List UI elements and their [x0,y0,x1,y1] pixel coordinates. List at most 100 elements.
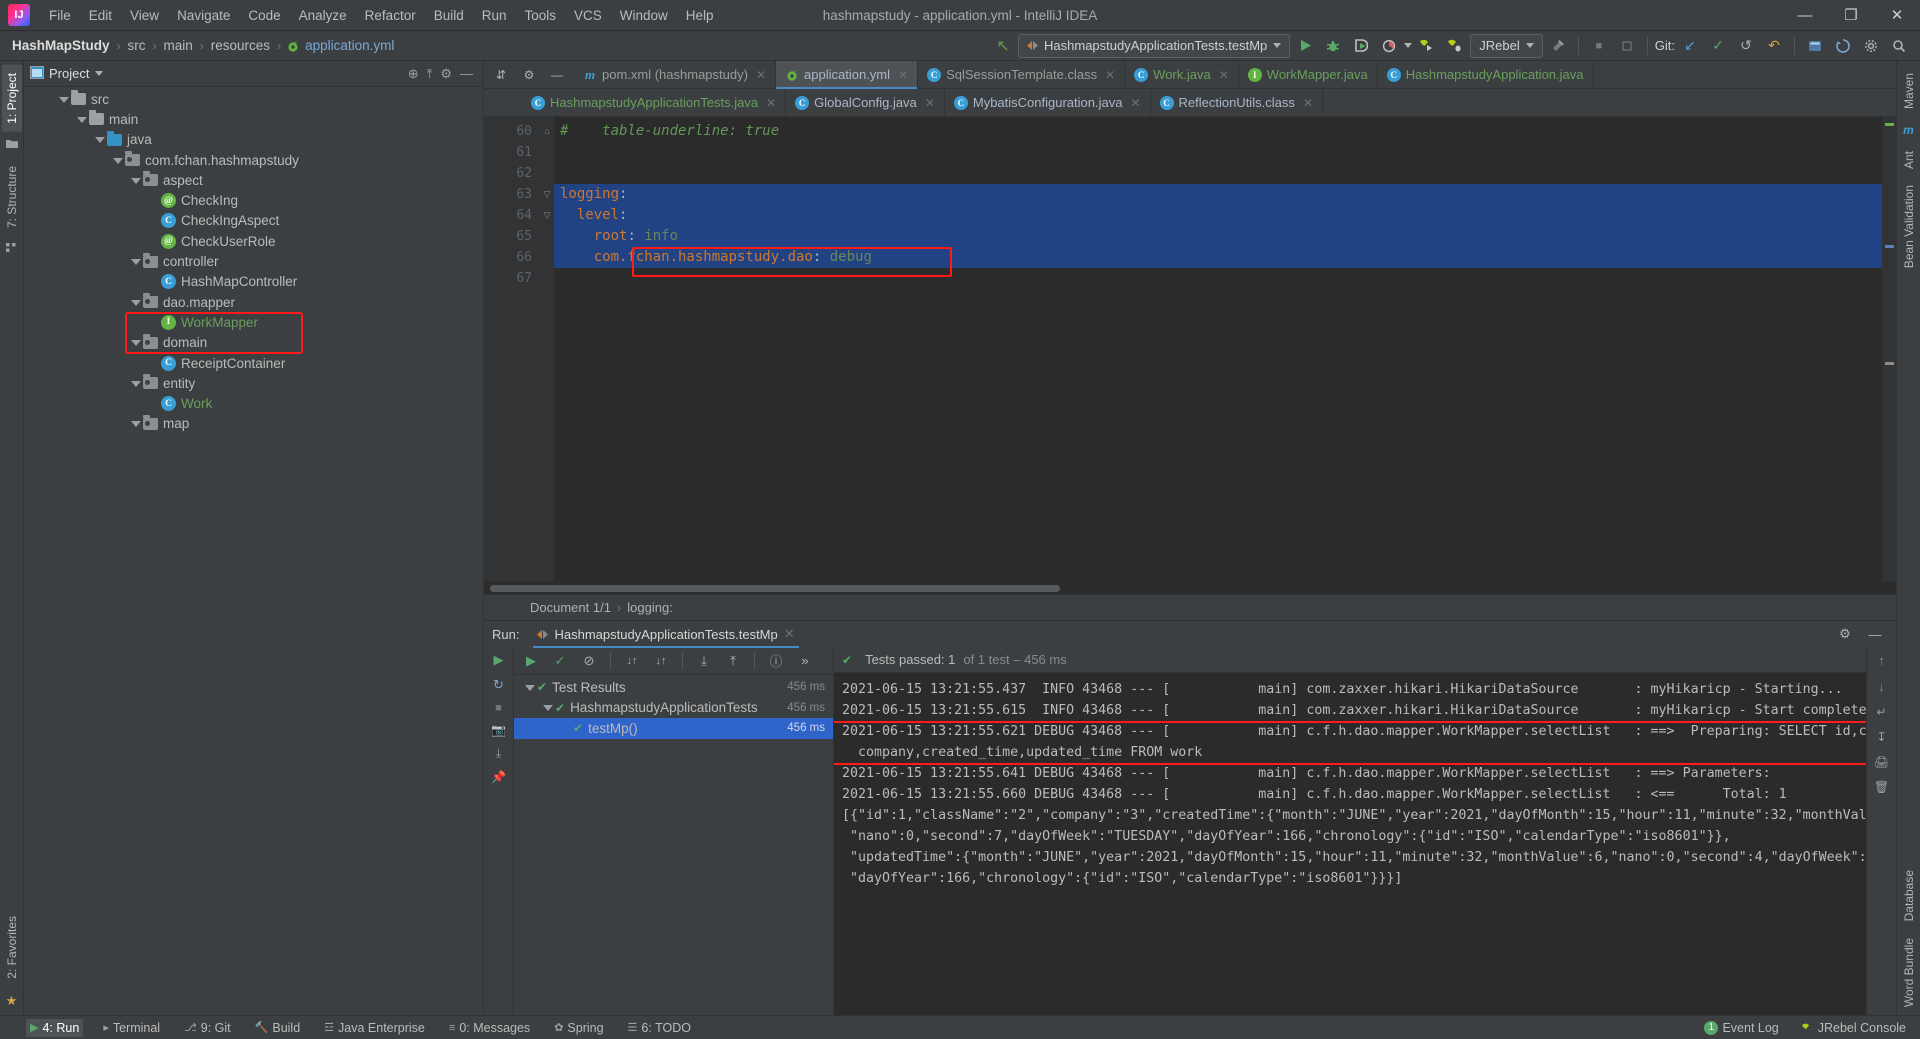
menu-item-help[interactable]: Help [677,4,723,27]
show-ignored-icon[interactable]: ⊘ [576,649,602,673]
tree-expand-arrow-icon[interactable] [130,418,141,429]
scroll-down-icon[interactable]: ↓ [1878,679,1885,694]
tree-node-dao-mapper[interactable]: dao.mapper [24,292,483,312]
close-icon[interactable]: ✕ [1219,68,1229,82]
scroll-to-end-icon[interactable]: ↧ [1876,730,1886,744]
git-history-icon[interactable]: ↺ [1733,34,1759,58]
tree-node-work[interactable]: C Work [24,393,483,413]
close-icon[interactable]: ✕ [756,68,766,82]
project-settings-gear-icon[interactable]: ⚙ [440,66,452,82]
stop-button[interactable]: ■ [1586,34,1612,58]
close-button[interactable]: ✕ [1874,0,1920,31]
rerun-failed-tests-button[interactable]: ↻ [493,677,504,693]
menu-item-tools[interactable]: Tools [516,4,566,27]
collapse-all-icon[interactable]: ⤒ [720,649,746,673]
bottom-tool-spring[interactable]: ✿ Spring [550,1019,607,1037]
code-line[interactable]: com.fchan.hashmapstudy.dao: debug [554,247,1896,268]
close-icon[interactable]: ✕ [898,68,908,82]
breadcrumb-file[interactable]: application.yml [303,38,396,53]
editor-tab-mybatisconfiguration-java[interactable]: C MybatisConfiguration.java ✕ [944,89,1151,116]
scroll-up-icon[interactable]: ↑ [1878,653,1885,668]
collapse-all-icon[interactable]: ⤒ [427,66,433,82]
code-line[interactable]: root: info [554,226,1896,247]
expand-all-icon[interactable]: ⤓ [691,649,717,673]
sort-by-duration-icon[interactable]: ↓↑ [648,649,674,673]
git-commit-icon[interactable]: ✓ [1705,34,1731,58]
tree-node-java[interactable]: java [24,130,483,150]
test-tree-row[interactable]: ✔ testMp() 456 ms [514,718,833,739]
editor-tab-workmapper-java[interactable]: I WorkMapper.java [1238,61,1378,88]
code-line[interactable]: # table-underline: true [554,121,1896,142]
sidebar-tab-ant[interactable]: Ant [1899,143,1919,177]
tree-expand-arrow-icon[interactable] [112,155,123,166]
tree-node-checking[interactable]: @ CheckIng [24,190,483,210]
close-icon[interactable]: ✕ [784,626,795,642]
menu-item-analyze[interactable]: Analyze [290,4,356,27]
tree-expand-arrow-icon[interactable] [94,134,105,145]
code-editor[interactable]: 60 61 62 63 64 65 66 67 ⌂ ▽ ▽ # table-underline: … [484,117,1896,582]
structure-icon[interactable] [5,242,18,256]
tree-node-domain[interactable]: domain [24,333,483,353]
code-line[interactable] [554,142,1896,163]
close-icon[interactable]: ✕ [1130,96,1140,110]
code-fold-icon[interactable]: ▽ [540,205,554,226]
back-arrow-icon[interactable]: ↖ [990,34,1016,58]
hide-project-panel-icon[interactable]: — [460,66,473,82]
test-history-icon[interactable]: ⓘ [763,649,789,673]
jrebel-debug-button[interactable] [1442,34,1468,58]
tree-expand-arrow-icon[interactable] [542,702,553,713]
bottom-tool-terminal[interactable]: ▸ Terminal [99,1019,164,1037]
menu-item-run[interactable]: Run [473,4,516,27]
run-panel-settings-gear-icon[interactable]: ⚙ [1832,622,1858,646]
locate-file-icon[interactable]: ⊕ [408,66,419,82]
breadcrumb-item-src[interactable]: src [126,38,148,53]
debug-button[interactable] [1320,34,1346,58]
tree-expand-arrow-icon[interactable] [130,175,141,186]
jrebel-run-button[interactable] [1414,34,1440,58]
bottom-tool-java-enterprise[interactable]: ☲ Java Enterprise [320,1019,429,1037]
profiler-chevron-down-icon[interactable] [1404,43,1413,48]
menu-item-view[interactable]: View [121,4,168,27]
update-project-icon[interactable] [1614,34,1640,58]
rerun-button[interactable]: ▶ [494,652,504,668]
close-icon[interactable]: ✕ [1303,96,1313,110]
code-line[interactable] [554,163,1896,184]
screenshot-button[interactable]: 📷 [491,723,506,737]
code-line[interactable]: level: [554,205,1896,226]
print-icon[interactable]: 🖨 [1874,755,1889,769]
tree-node-src[interactable]: src [24,89,483,109]
editor-tab-hashmapstudyapplication-java[interactable]: C HashmapstudyApplication.java [1377,61,1594,88]
breadcrumb-node[interactable]: logging: [627,600,673,615]
code-line[interactable] [554,268,1896,289]
bottom-tool-4-run[interactable]: ▶ 4: Run [26,1018,84,1037]
tree-node-checkuserrole[interactable]: @ CheckUserRole [24,231,483,251]
menu-item-edit[interactable]: Edit [80,4,121,27]
sidebar-tab-bean-validation[interactable]: Bean Validation [1899,177,1919,276]
tree-node-checkingaspect[interactable]: C CheckIngAspect [24,211,483,231]
expand-collapse-icon[interactable]: ⇵ [488,63,514,87]
run-panel-hide-icon[interactable]: — [1862,622,1888,646]
editor-horizontal-scrollbar-track[interactable] [484,582,1896,594]
code-fold-icon[interactable]: ⌂ [540,121,554,142]
tree-expand-arrow-icon[interactable] [130,297,141,308]
editor-tab-hashmapstudyapplicationtests-java[interactable]: C HashmapstudyApplicationTests.java ✕ [522,89,787,116]
tree-node-map[interactable]: map [24,414,483,434]
menu-item-code[interactable]: Code [239,4,289,27]
git-update-icon[interactable]: ↙ [1677,34,1703,58]
jrebel-console-button[interactable]: JRebel Console [1797,1019,1910,1037]
tree-expand-arrow-icon[interactable] [524,682,535,693]
editor-tab-pom-xml-hashmapstudy-[interactable]: m pom.xml (hashmapstudy) ✕ [574,61,777,88]
tree-expand-arrow-icon[interactable] [76,114,87,125]
close-icon[interactable]: ✕ [925,96,935,110]
search-icon[interactable] [1886,34,1912,58]
sidebar-tab-project[interactable]: 1: Project [1,65,22,132]
sidebar-tab-favorites[interactable]: 2: Favorites [2,908,22,987]
tree-expand-arrow-icon[interactable] [58,94,69,105]
editor-tab-globalconfig-java[interactable]: C GlobalConfig.java ✕ [786,89,945,116]
tree-expand-arrow-icon[interactable] [130,256,141,267]
sidebar-tab-word-bundle[interactable]: Word Bundle [1899,930,1919,1015]
git-rollback-icon[interactable]: ↶ [1761,34,1787,58]
more-options-icon[interactable]: » [792,649,818,673]
menu-item-window[interactable]: Window [611,4,677,27]
menu-item-file[interactable]: File [40,4,80,27]
